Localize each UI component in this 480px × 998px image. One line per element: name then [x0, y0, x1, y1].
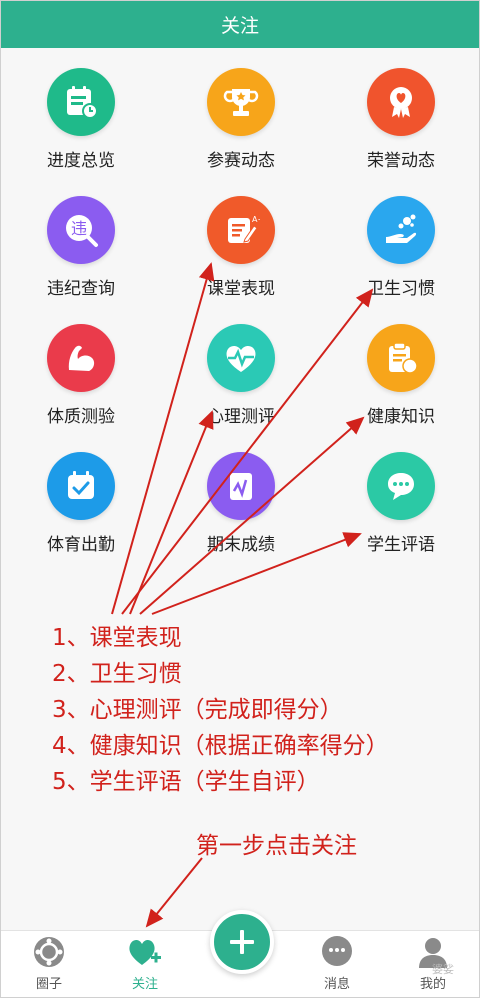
tab-circle[interactable]: 圈子	[9, 935, 89, 995]
tile-hygiene-habits[interactable]: 卫生习惯	[341, 196, 461, 316]
calendar-check-icon	[47, 452, 115, 520]
watermark: 婆娑	[432, 957, 478, 981]
tab-label: 圈子	[35, 977, 62, 992]
page-title: 关注	[220, 15, 259, 37]
tile-pe-attendance[interactable]: 体育出勤	[21, 452, 141, 572]
step-one-note: 第一步点击关注	[196, 833, 357, 859]
tile-mental-assessment[interactable]: 心理测评	[181, 324, 301, 444]
add-button[interactable]	[210, 910, 274, 974]
watermark-text: 婆娑	[432, 963, 454, 976]
plus-icon	[230, 930, 254, 954]
trophy-icon	[207, 68, 275, 136]
instruction-list: 1、课堂表现 2、卫生习惯 3、心理测评（完成即得分） 4、健康知识（根据正确率…	[52, 620, 389, 800]
svg-text:A+: A+	[252, 215, 260, 224]
tile-label: 课堂表现	[207, 279, 275, 299]
heart-plus-icon	[129, 939, 161, 965]
tile-label: 进度总览	[47, 151, 115, 171]
tile-label: 卫生习惯	[367, 279, 435, 299]
tile-discipline-query[interactable]: 违 违纪查询	[21, 196, 141, 316]
hand-wash-icon	[367, 196, 435, 264]
calendar-clock-icon	[47, 68, 115, 136]
tile-competition-news[interactable]: 参赛动态	[181, 68, 301, 188]
svg-text:违: 违	[71, 219, 87, 238]
instruction-item: 1、课堂表现	[52, 625, 182, 651]
edit-grade-icon: A+	[207, 196, 275, 264]
tile-label: 健康知识	[367, 407, 435, 427]
instruction-item: 5、学生评语（学生自评）	[52, 769, 320, 795]
tab-label: 关注	[131, 977, 158, 992]
tab-messages[interactable]: 消息	[297, 935, 377, 995]
tile-label: 违纪查询	[47, 279, 115, 299]
tile-student-comments[interactable]: 学生评语	[341, 452, 461, 572]
chart-report-icon	[207, 452, 275, 520]
tab-follow[interactable]: 关注	[105, 935, 185, 995]
tile-label: 学生评语	[367, 535, 435, 555]
instruction-item: 2、卫生习惯	[52, 661, 182, 687]
arm-muscle-icon	[47, 324, 115, 392]
tab-label: 消息	[323, 977, 350, 992]
tile-label: 心理测评	[207, 407, 275, 427]
tile-label: 体质测验	[47, 407, 115, 427]
tile-health-knowledge[interactable]: 健康知识	[341, 324, 461, 444]
tile-label: 荣誉动态	[367, 151, 435, 171]
medal-heart-icon	[367, 68, 435, 136]
tile-final-grades[interactable]: 期末成绩	[181, 452, 301, 572]
tile-label: 参赛动态	[207, 151, 275, 171]
clipboard-apple-icon	[367, 324, 435, 392]
chat-bubble-icon	[367, 452, 435, 520]
tile-physical-test[interactable]: 体质测验	[21, 324, 141, 444]
tile-classroom-performance[interactable]: A+ 课堂表现	[181, 196, 301, 316]
tile-honor-news[interactable]: 荣誉动态	[341, 68, 461, 188]
heartbeat-icon	[207, 324, 275, 392]
instruction-item: 3、心理测评（完成即得分）	[52, 697, 343, 723]
circle-group-icon	[34, 937, 64, 967]
violation-search-icon: 违	[47, 196, 115, 264]
tile-label: 期末成绩	[207, 535, 275, 555]
tile-progress-overview[interactable]: 进度总览	[21, 68, 141, 188]
message-icon	[322, 936, 352, 966]
top-bar: 关注	[1, 1, 479, 48]
instruction-item: 4、健康知识（根据正确率得分）	[52, 733, 389, 759]
tile-label: 体育出勤	[47, 535, 115, 555]
